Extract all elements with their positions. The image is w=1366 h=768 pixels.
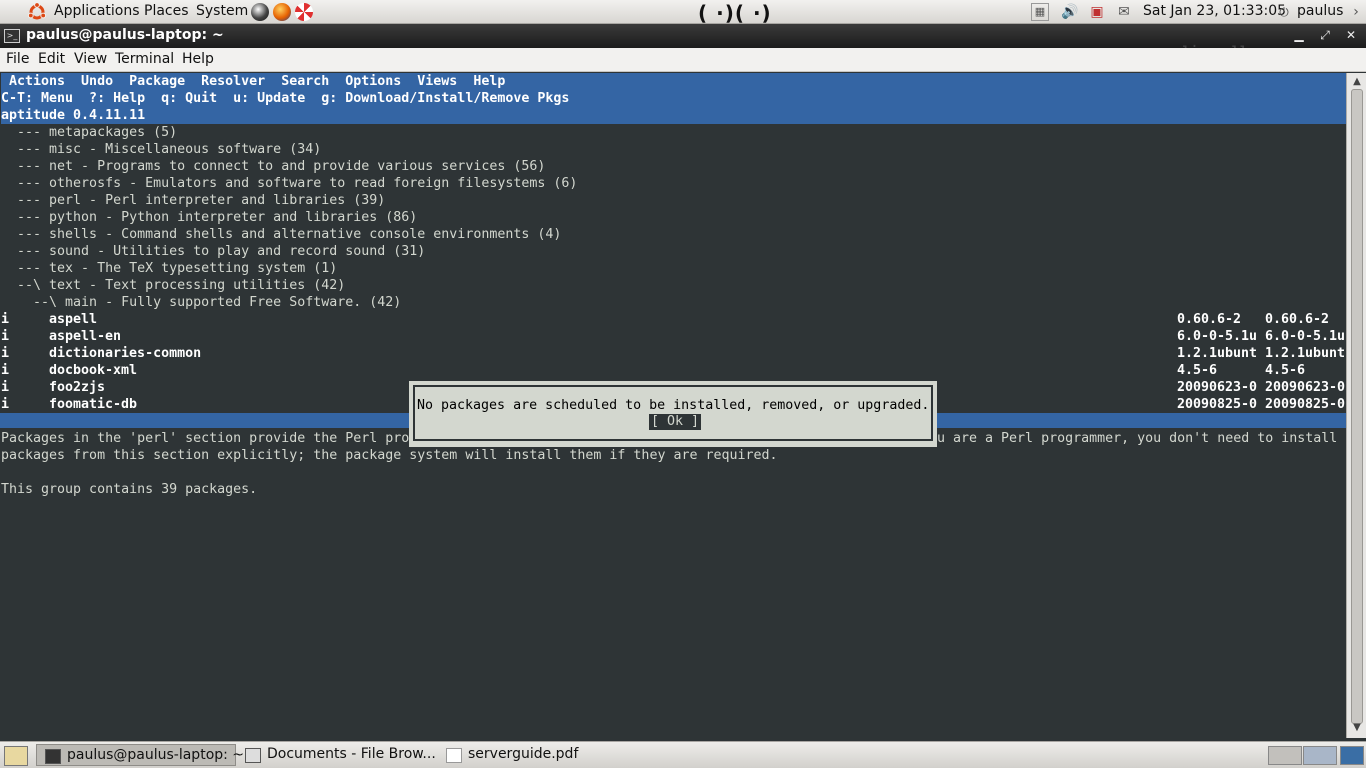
- package-name[interactable]: foomatic-db: [49, 396, 137, 413]
- user-menu[interactable]: paulus: [1297, 3, 1343, 19]
- package-candidate-version: 1.2.1ubunt: [1265, 346, 1346, 361]
- tree-item[interactable]: --- shells - Command shells and alternat…: [1, 226, 561, 243]
- close-icon[interactable]: ✕: [1342, 27, 1360, 43]
- package-state: i: [1, 346, 10, 361]
- volume-icon[interactable]: 🔊: [1061, 3, 1079, 21]
- package-candidate-version: 20090825-0: [1265, 397, 1346, 412]
- package-name[interactable]: aspell: [49, 311, 97, 328]
- ubuntu-logo-icon[interactable]: [27, 2, 47, 22]
- package-current-version: 6.0-0-5.1u: [1177, 329, 1258, 344]
- tree-item[interactable]: --- net - Programs to connect to and pro…: [1, 158, 545, 175]
- tree-item[interactable]: --\ main - Fully supported Free Software…: [1, 294, 401, 311]
- package-name[interactable]: dictionaries-common: [49, 345, 201, 362]
- aptitude-menu-line[interactable]: Actions Undo Package Resolver Search Opt…: [1, 73, 1346, 90]
- applications-menu[interactable]: Applications: [54, 3, 140, 19]
- clock[interactable]: Sat Jan 23, 01:33:05: [1143, 3, 1286, 19]
- center-logo: ( ·)( ·): [698, 1, 772, 25]
- terminal-scrollbar[interactable]: ▲ ▼: [1346, 73, 1366, 738]
- system-menu[interactable]: System: [196, 3, 248, 19]
- mail-icon[interactable]: ✉: [1115, 3, 1133, 21]
- info-dialog: No packages are scheduled to be installe…: [409, 381, 937, 447]
- package-current-version: 4.5-6: [1177, 363, 1218, 378]
- help-lifebuoy-icon[interactable]: [295, 3, 313, 21]
- description-line: packages from this section explicitly; t…: [1, 448, 778, 463]
- chevron-right-icon[interactable]: ›: [1350, 3, 1362, 21]
- document-task-icon: [446, 748, 462, 763]
- tux-launcher-icon[interactable]: [251, 3, 269, 21]
- package-name[interactable]: foo2zjs: [49, 379, 105, 396]
- description-line: Packages in the 'perl' section provide t…: [1, 431, 410, 446]
- task-terminal[interactable]: paulus@paulus-laptop: ~: [36, 744, 244, 766]
- show-desktop-icon[interactable]: [4, 746, 28, 766]
- package-current-version: 20090623-0: [1177, 380, 1258, 395]
- network-monitor-icon[interactable]: ▦: [1031, 3, 1049, 21]
- menu-edit[interactable]: Edit: [38, 51, 65, 67]
- scroll-up-icon[interactable]: ▲: [1350, 75, 1364, 89]
- package-state: i: [1, 329, 10, 344]
- minimize-icon[interactable]: ▁: [1290, 27, 1308, 43]
- network-icon[interactable]: ▣: [1088, 3, 1106, 21]
- tree-item[interactable]: --- metapackages (5): [1, 124, 177, 141]
- task-label: Documents - File Brow...: [267, 746, 436, 762]
- maximize-icon[interactable]: ⤢: [1316, 27, 1334, 43]
- aptitude-version-line: aptitude 0.4.11.11: [1, 107, 1346, 124]
- window-title: paulus@paulus-laptop: ~: [26, 27, 224, 43]
- package-candidate-version: 4.5-6: [1265, 363, 1306, 378]
- scrollbar-thumb[interactable]: [1351, 89, 1363, 724]
- scroll-down-icon[interactable]: ▼: [1350, 721, 1364, 735]
- top-panel: Applications Places System ( ·)( ·) ▦ 🔊 …: [0, 0, 1366, 25]
- package-candidate-version: 20090623-0: [1265, 380, 1346, 395]
- menu-file[interactable]: File: [6, 51, 29, 67]
- tree-item[interactable]: --\ text - Text processing utilities (42…: [1, 277, 345, 294]
- tree-item[interactable]: --- sound - Utilities to play and record…: [1, 243, 425, 260]
- workspace-1[interactable]: [1268, 746, 1302, 765]
- description-line: u are a Perl programmer, you don't need …: [937, 431, 1338, 446]
- tree-item[interactable]: --- otherosfs - Emulators and software t…: [1, 175, 577, 192]
- package-candidate-version: 6.0-0-5.1u: [1265, 329, 1346, 344]
- folder-task-icon: [245, 748, 261, 763]
- places-menu[interactable]: Places: [144, 3, 189, 19]
- package-state: i: [1, 363, 10, 378]
- task-label: paulus@paulus-laptop: ~: [67, 747, 245, 763]
- package-name[interactable]: aspell-en: [49, 328, 121, 345]
- workspace-2[interactable]: [1303, 746, 1337, 765]
- power-icon[interactable]: ⏻: [1278, 3, 1290, 21]
- terminal-task-icon: [45, 749, 61, 764]
- package-current-version: 0.60.6-2: [1177, 312, 1242, 327]
- window-titlebar[interactable]: >_ paulus@paulus-laptop: ~ onlinewallpap…: [0, 24, 1366, 58]
- terminal-menubar: File Edit View Terminal Help: [0, 48, 1366, 72]
- package-state: i: [1, 312, 10, 327]
- terminal-window-icon[interactable]: >_: [4, 29, 20, 43]
- terminal-area[interactable]: Actions Undo Package Resolver Search Opt…: [0, 73, 1346, 738]
- bottom-panel: paulus@paulus-laptop: ~ Documents - File…: [0, 741, 1366, 768]
- ok-button[interactable]: [ Ok ]: [649, 414, 702, 430]
- aptitude-key-line: C-T: Menu ?: Help q: Quit u: Update g: D…: [1, 90, 1346, 107]
- task-file-browser[interactable]: Documents - File Brow...: [237, 744, 437, 766]
- task-pdf-viewer[interactable]: serverguide.pdf: [438, 744, 638, 766]
- tree-item[interactable]: --- python - Python interpreter and libr…: [1, 209, 417, 226]
- package-current-version: 20090825-0: [1177, 397, 1258, 412]
- trash-icon[interactable]: [1340, 746, 1364, 765]
- description-line: This group contains 39 packages.: [1, 482, 258, 497]
- dialog-message: No packages are scheduled to be installe…: [417, 398, 930, 413]
- package-current-version: 1.2.1ubunt: [1177, 346, 1258, 361]
- tree-item[interactable]: --- perl - Perl interpreter and librarie…: [1, 192, 385, 209]
- package-name[interactable]: docbook-xml: [49, 362, 137, 379]
- menu-help[interactable]: Help: [182, 51, 214, 67]
- tree-item[interactable]: --- misc - Miscellaneous software (34): [1, 141, 321, 158]
- package-candidate-version: 0.60.6-2: [1265, 312, 1330, 327]
- task-label: serverguide.pdf: [468, 746, 579, 762]
- menu-terminal[interactable]: Terminal: [115, 51, 174, 67]
- tree-item[interactable]: --- tex - The TeX typesetting system (1): [1, 260, 337, 277]
- package-state: i: [1, 397, 10, 412]
- package-state: i: [1, 380, 10, 395]
- menu-view[interactable]: View: [74, 51, 107, 67]
- firefox-launcher-icon[interactable]: [273, 3, 291, 21]
